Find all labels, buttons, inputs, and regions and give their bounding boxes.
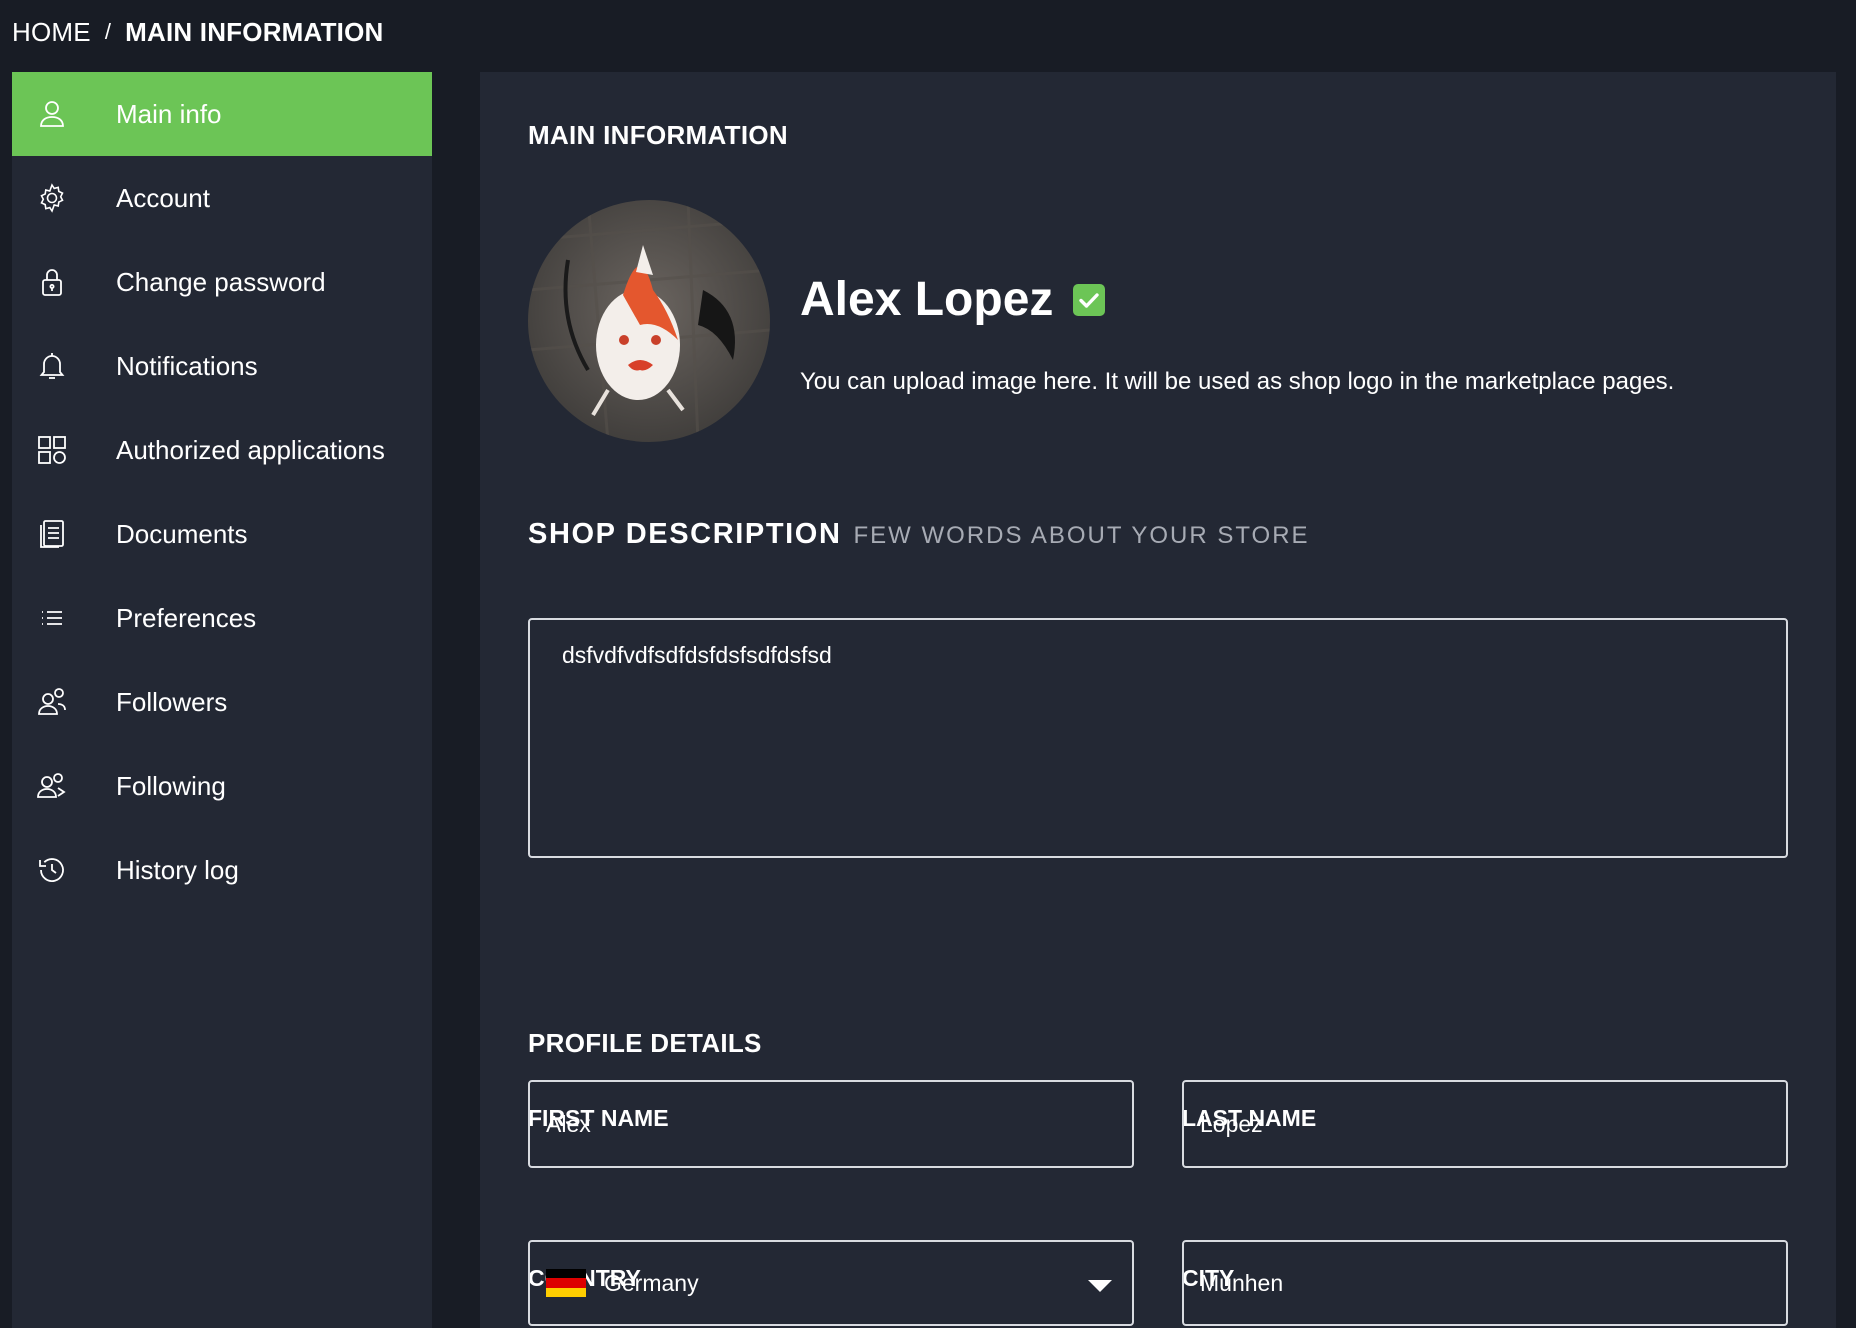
shop-description-title: SHOP DESCRIPTION bbox=[528, 518, 842, 550]
sidebar-item-documents[interactable]: Documents bbox=[12, 492, 432, 576]
bell-icon bbox=[36, 349, 88, 383]
fish-photo-icon bbox=[528, 200, 770, 442]
first-name-field[interactable]: Alex bbox=[528, 1080, 1134, 1168]
user-icon bbox=[36, 97, 88, 131]
breadcrumb-separator: / bbox=[104, 19, 112, 44]
sidebar-item-change-password[interactable]: Change password bbox=[12, 240, 432, 324]
profile-name: Alex Lopez bbox=[800, 272, 1106, 327]
sidebar-item-label: Followers bbox=[116, 686, 228, 717]
country-select[interactable]: Germany bbox=[528, 1240, 1134, 1326]
page-title: MAIN INFORMATION bbox=[528, 120, 788, 150]
country-value: Germany bbox=[604, 1269, 699, 1296]
germany-flag-icon bbox=[546, 1269, 586, 1297]
profile-name-text: Alex Lopez bbox=[800, 273, 1054, 326]
sidebar-item-label: Notifications bbox=[116, 350, 258, 381]
following-icon bbox=[36, 769, 88, 803]
breadcrumb-home-link[interactable]: HOME bbox=[12, 17, 91, 48]
breadcrumb-current: MAIN INFORMATION bbox=[125, 16, 384, 47]
sidebar-item-notifications[interactable]: Notifications bbox=[12, 324, 432, 408]
avatar[interactable] bbox=[528, 200, 770, 442]
sidebar-item-following[interactable]: Following bbox=[12, 744, 432, 828]
verified-check-icon bbox=[1073, 283, 1106, 316]
shop-description-textarea[interactable]: dsfvdfvdfsdfdsfdsfsdfdsfsd bbox=[528, 618, 1788, 858]
apps-grid-icon bbox=[36, 433, 88, 467]
last-name-value: Lopez bbox=[1200, 1110, 1263, 1137]
last-name-field[interactable]: Lopez bbox=[1182, 1080, 1788, 1168]
gear-icon bbox=[36, 181, 88, 215]
profile-details-title: PROFILE DETAILS bbox=[528, 1028, 762, 1058]
sidebar-item-label: Change password bbox=[116, 266, 326, 297]
main-panel: MAIN INFORMATION Alex Lopez You can uplo… bbox=[480, 72, 1836, 1328]
sidebar-item-label: Authorized applications bbox=[116, 434, 385, 465]
sidebar-item-label: Documents bbox=[116, 518, 248, 549]
sidebar-item-followers[interactable]: Followers bbox=[12, 660, 432, 744]
shop-description-subtitle: FEW WORDS ABOUT YOUR STORE bbox=[853, 522, 1310, 549]
city-value: Munhen bbox=[1200, 1269, 1284, 1296]
breadcrumb: HOME / MAIN INFORMATION bbox=[12, 14, 383, 50]
sidebar-item-main-info[interactable]: Main info bbox=[12, 72, 432, 156]
sidebar-item-label: History log bbox=[116, 854, 239, 885]
lock-icon bbox=[36, 265, 88, 299]
sidebar-item-authorized-applications[interactable]: Authorized applications bbox=[12, 408, 432, 492]
list-icon bbox=[36, 601, 88, 635]
city-field[interactable]: Munhen bbox=[1182, 1240, 1788, 1326]
followers-icon bbox=[36, 685, 88, 719]
upload-hint: You can upload image here. It will be us… bbox=[800, 368, 1675, 395]
sidebar-item-label: Account bbox=[116, 182, 210, 213]
sidebar-item-preferences[interactable]: Preferences bbox=[12, 576, 432, 660]
sidebar-item-label: Preferences bbox=[116, 602, 257, 633]
sidebar: Main info Account Change password Notifi… bbox=[12, 72, 432, 1328]
sidebar-item-history-log[interactable]: History log bbox=[12, 828, 432, 912]
first-name-value: Alex bbox=[546, 1110, 591, 1137]
documents-icon bbox=[36, 517, 88, 551]
chevron-down-icon bbox=[1088, 1280, 1112, 1292]
sidebar-item-label: Following bbox=[116, 770, 226, 801]
sidebar-item-label: Main info bbox=[116, 98, 222, 129]
sidebar-item-account[interactable]: Account bbox=[12, 156, 432, 240]
history-icon bbox=[36, 853, 88, 887]
shop-description-heading: SHOP DESCRIPTION FEW WORDS ABOUT YOUR ST… bbox=[528, 518, 1310, 551]
